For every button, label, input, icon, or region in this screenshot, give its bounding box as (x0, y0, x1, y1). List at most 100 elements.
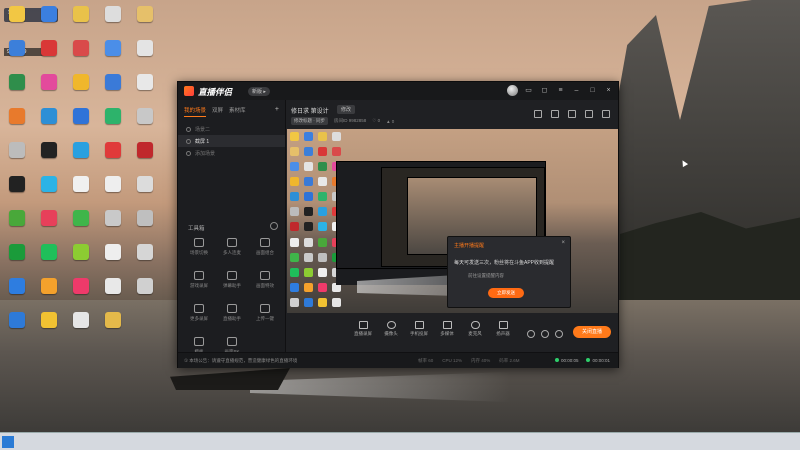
desktop-icon[interactable] (96, 38, 130, 74)
desktop-icon[interactable] (64, 72, 98, 108)
edit-title-button[interactable]: 修改 (337, 105, 356, 114)
speaker-button[interactable]: 扬声器 (491, 321, 515, 337)
desktop-icon[interactable] (32, 174, 66, 210)
desktop-icon[interactable] (32, 38, 66, 74)
add-scene-button[interactable]: + (275, 106, 279, 117)
desktop-icon[interactable] (64, 208, 98, 244)
toolbox-item[interactable]: 上传一键 (250, 304, 280, 332)
app-titlebar[interactable]: 直播伴侣 新版 ▸ ▭ ◻ ≡ – □ × (178, 82, 618, 100)
screen-capture-button[interactable]: 直播录屏 (351, 321, 375, 337)
desktop-icon[interactable] (32, 4, 66, 40)
desktop-icon[interactable] (128, 72, 162, 108)
desktop-icon[interactable] (96, 174, 130, 210)
desktop-icon[interactable] (0, 72, 34, 108)
desktop-icon[interactable] (96, 242, 130, 278)
desktop-icon[interactable] (0, 140, 34, 176)
toolbox-item[interactable]: 直播助手 (217, 304, 247, 332)
desktop-icon[interactable] (32, 276, 66, 312)
clock-icon[interactable] (270, 222, 278, 230)
feedback-icon[interactable]: ◻ (539, 85, 550, 96)
desktop-icon[interactable] (96, 276, 130, 312)
desktop-icon[interactable] (128, 106, 162, 142)
toolbox-item[interactable]: 游戏录屏 (184, 271, 214, 299)
desktop-icon[interactable] (32, 140, 66, 176)
desktop-icon[interactable] (128, 140, 162, 176)
menu-icon[interactable]: ≡ (555, 85, 566, 96)
dialog-settings-link[interactable]: 前往设置提醒内容 (468, 273, 504, 279)
desktop-icon[interactable] (0, 4, 34, 40)
desktop-icon[interactable] (0, 106, 34, 142)
desktop-icon[interactable] (128, 4, 162, 40)
minimize-icon[interactable]: – (571, 85, 582, 96)
toolbox-item[interactable]: 弹幕助手 (217, 271, 247, 299)
media-button[interactable]: 多媒体 (435, 321, 459, 337)
visibility-icon[interactable] (186, 126, 191, 132)
desktop-icon[interactable] (64, 38, 98, 74)
desktop-icon[interactable] (64, 242, 98, 278)
desktop-icon[interactable] (64, 106, 98, 142)
desktop-icon[interactable] (64, 276, 98, 312)
toolbox-item[interactable]: 画面组合 (250, 238, 280, 266)
desktop-icon[interactable] (128, 242, 162, 278)
desktop-icon[interactable] (96, 310, 130, 346)
add-icon[interactable] (186, 150, 191, 156)
desktop-icon[interactable] (128, 208, 162, 244)
scene-item[interactable]: 场景二 (178, 123, 285, 135)
version-badge[interactable]: 新版 ▸ (248, 87, 270, 96)
desktop-icon[interactable] (64, 174, 98, 210)
desktop-icon[interactable] (128, 276, 162, 312)
gift-icon[interactable] (534, 110, 542, 118)
desktop-icon[interactable] (0, 208, 34, 244)
tab-assets[interactable]: 素材库 (229, 106, 246, 117)
desktop-icon[interactable] (0, 174, 34, 210)
desktop-icon[interactable] (96, 4, 130, 40)
gear-icon[interactable] (555, 330, 563, 338)
desktop-icon[interactable] (0, 310, 34, 346)
desktop-icon[interactable] (32, 242, 66, 278)
close-icon[interactable]: × (603, 85, 614, 96)
toolbox-item[interactable]: 场景切换 (184, 238, 214, 266)
desktop-icon[interactable] (0, 276, 34, 312)
desktop-icon[interactable] (32, 310, 66, 346)
go-live-button[interactable]: 关闭直播 (573, 326, 611, 338)
desktop-icon[interactable] (32, 72, 66, 108)
desktop-icon[interactable] (96, 208, 130, 244)
category-pill[interactable]: 修改标题 · 同步 (291, 117, 328, 125)
desktop-icon[interactable] (96, 72, 130, 108)
tab-my-scenes[interactable]: 我的场景 (184, 106, 207, 117)
message-icon[interactable]: ▭ (523, 85, 534, 96)
desktop-icon[interactable] (32, 106, 66, 142)
desktop-icon[interactable] (32, 208, 66, 244)
toolbox-item[interactable]: 更多录屏 (184, 304, 214, 332)
stream-preview[interactable]: 主播开播提醒 × 每天可发送三次，粉丝将在斗鱼APP收到提醒 前往设置提醒内容 … (287, 129, 618, 313)
desktop-icon[interactable] (64, 4, 98, 40)
send-now-button[interactable]: 立即发送 (488, 288, 524, 298)
desktop-icon[interactable] (0, 242, 34, 278)
start-button[interactable] (2, 436, 14, 448)
desktop-icon[interactable] (64, 140, 98, 176)
desktop-icon[interactable] (128, 174, 162, 210)
desktop-icon[interactable] (0, 38, 34, 74)
microphone-button[interactable]: 麦克风 (463, 321, 487, 337)
eye-icon[interactable] (541, 330, 549, 338)
tab-dual-screen[interactable]: 双屏 (212, 106, 223, 117)
scene-item-selected[interactable]: 截屏 1 (178, 135, 285, 147)
scene-item[interactable]: 添加场景 (178, 147, 285, 159)
avatar[interactable] (507, 85, 518, 96)
danmaku-icon[interactable] (551, 110, 559, 118)
bell-icon[interactable] (585, 110, 593, 118)
desktop-icon[interactable] (96, 140, 130, 176)
settings-icon[interactable] (568, 110, 576, 118)
dialog-close-icon[interactable]: × (561, 240, 565, 246)
toolbox-item[interactable]: 画面特效 (250, 271, 280, 299)
desktop-icon[interactable] (96, 106, 130, 142)
share-icon[interactable] (602, 110, 610, 118)
camera-button[interactable]: 摄像头 (379, 321, 403, 337)
desktop-icon[interactable] (64, 310, 98, 346)
record-icon[interactable] (527, 330, 535, 338)
toolbox-item[interactable]: 多人连麦 (217, 238, 247, 266)
room-title[interactable]: 修日求 第设计 (291, 106, 329, 115)
desktop-icon[interactable] (128, 38, 162, 74)
visibility-icon[interactable] (186, 138, 191, 144)
maximize-icon[interactable]: □ (587, 85, 598, 96)
